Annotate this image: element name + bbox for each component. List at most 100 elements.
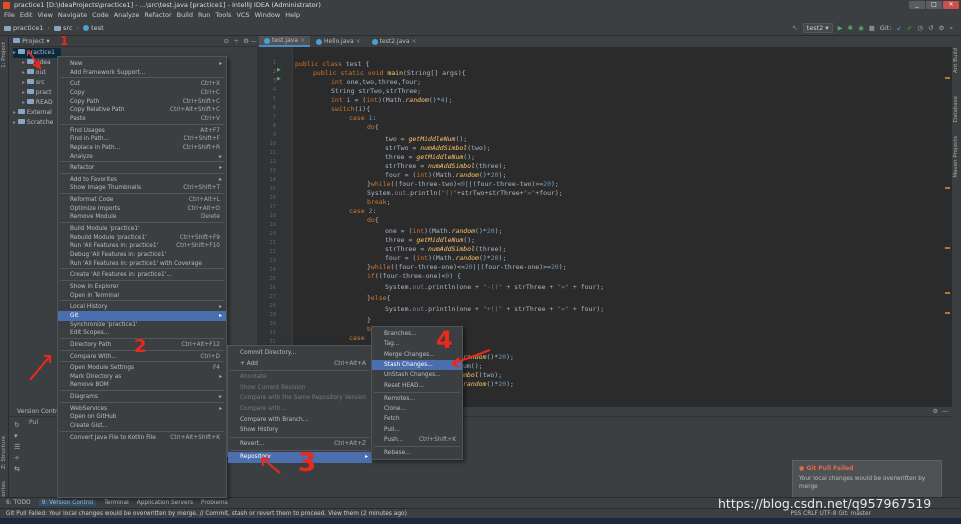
expand-icon[interactable]: ▾ [14,431,24,442]
tool-window-button[interactable]: Problems [201,500,228,506]
tool-window-button[interactable]: Terminal [104,500,129,506]
tool-window-button[interactable]: 6: TODO [6,500,31,506]
build-icon[interactable]: ↖ [792,21,797,36]
menu-item[interactable]: Compare with Branch... [228,415,372,425]
close-tab-icon[interactable]: × [300,35,305,46]
project-tool-button[interactable]: 1: Project [1,42,7,68]
tool-window-button[interactable]: Application Servers [137,500,193,506]
menu-analyze[interactable]: Analyze [114,10,140,21]
menu-item[interactable]: Pull... [372,425,462,435]
tree-item[interactable]: ▸ READ [22,98,53,108]
menu-item[interactable]: Push... Ctrl+Shift+K [372,435,462,445]
search-icon[interactable]: ⌕ [949,21,953,36]
breadcrumb-test[interactable]: test [83,21,104,36]
menu-help[interactable]: Help [285,10,300,21]
close-tab-icon[interactable]: × [412,36,417,47]
line-number: 8 [272,123,276,129]
tree-item[interactable]: ▸ pract [22,88,52,98]
menu-item[interactable]: Commit Directory... [228,348,372,358]
menu-item-label: Refactor [70,165,95,172]
diff-icon[interactable]: ⇆ [14,464,24,475]
menu-file[interactable]: File [4,10,15,21]
group-icon[interactable]: ÷ [14,453,24,464]
run-line-icon[interactable]: ▶ [277,67,281,73]
menu-item[interactable]: Remotes... [372,394,462,404]
settings-icon[interactable]: ⚙ [939,21,945,36]
collapse-icon[interactable]: ÷ [234,36,239,47]
code-line: three = getMiddleNum(); [385,153,476,161]
ant-build-tool-button[interactable]: Ant Build [953,48,959,73]
tree-item-label: READ [35,99,53,106]
git-commit-icon[interactable]: ✓ [907,21,912,36]
git-history-icon[interactable]: ◷ [917,21,923,36]
tree-item[interactable]: ▸ practice1 [13,48,61,58]
stop-icon[interactable]: ■ [869,21,875,36]
editor-tab[interactable]: test2.java × [366,36,422,47]
structure-tool-button[interactable]: Z: Structure [1,436,7,469]
menu-item[interactable]: Show Current Revision [228,383,372,393]
git-update-icon[interactable]: ↙ [897,21,902,36]
undo-icon[interactable]: ↺ [928,21,933,36]
maven-tool-button[interactable]: Maven Projects [953,136,959,178]
run-icon[interactable]: ▶ [838,21,843,36]
close-tab-icon[interactable]: × [356,36,361,47]
editor-tab[interactable]: Hello.java × [311,36,366,47]
tool-window-button[interactable]: 9: Version Control [38,500,97,506]
debug-icon[interactable]: ✱ [848,21,853,36]
tree-item[interactable]: ▸ Scratche [13,118,53,128]
run-config-select[interactable]: test2 ▾ [802,23,833,33]
tree-item[interactable]: ▸ src [22,78,45,88]
gear-icon[interactable]: ⚙ [243,36,249,47]
menu-item[interactable]: Stash Changes... [372,359,462,371]
refresh-icon[interactable]: ↻ [14,420,24,431]
minimize-button[interactable]: _ [909,1,925,9]
menu-run[interactable]: Run [198,10,210,21]
menu-navigate[interactable]: Navigate [58,10,87,21]
menu-code[interactable]: Code [92,10,109,21]
menu-item[interactable]: Rebase... [372,448,462,458]
menu-item[interactable]: Annotate [228,372,372,382]
warning-marker[interactable] [945,292,950,294]
menu-vcs[interactable]: VCS [236,10,249,21]
editor-tab[interactable]: test.java × [259,35,311,47]
menu-item[interactable]: Compare with the Same Repository Version [228,393,372,403]
menu-build[interactable]: Build [177,10,193,21]
status-message[interactable]: Git Pull Failed: Your local changes woul… [6,511,407,517]
menu-item[interactable]: Clone... [372,404,462,414]
warning-marker[interactable] [945,312,950,314]
database-tool-button[interactable]: Database [953,96,959,122]
tree-item[interactable]: ▸ out [22,68,46,78]
menu-item[interactable]: Show History [228,425,372,435]
gear-icon[interactable]: ⚙ [933,407,938,417]
menu-tools[interactable]: Tools [215,10,231,21]
menu-item[interactable]: Fetch [372,414,462,424]
tree-item[interactable]: ▸ .idea [22,58,51,68]
menu-item[interactable]: Reset HEAD... [372,381,462,391]
target-icon[interactable]: ⊙ [224,36,229,47]
filter-icon[interactable]: ☰ [14,442,24,453]
code-line: public class test { [295,60,370,68]
menu-item[interactable]: Compare with... [228,404,372,414]
maximize-button[interactable]: □ [926,1,942,9]
git-pull-failed-notification[interactable]: ● Git Pull Failed Your local changes wou… [792,460,942,498]
menu-refactor[interactable]: Refactor [144,10,171,21]
menu-item[interactable]: Convert Java File to Kotlin File Ctrl+Alt… [58,433,226,443]
menu-view[interactable]: View [37,10,52,21]
vcs-tab-pull[interactable]: Pul [29,418,38,428]
menu-item[interactable]: UnStash Changes... [372,370,462,380]
hide-icon[interactable]: — [942,407,948,417]
breadcrumb-practice1[interactable]: practice1 [4,21,43,36]
close-button[interactable]: ✕ [943,1,959,9]
menu-item[interactable]: + Add Ctrl+Alt+A [228,359,372,369]
run-line-icon[interactable]: ▶ [277,76,281,82]
line-number: 11 [269,150,276,156]
warning-marker[interactable] [945,247,950,249]
warning-marker[interactable] [945,77,950,79]
tree-item[interactable]: ▸ External [13,108,52,118]
menu-window[interactable]: Window [255,10,281,21]
warning-marker[interactable] [945,187,950,189]
coverage-icon[interactable]: ◉ [858,21,864,36]
project-panel-title[interactable]: Project [22,37,44,45]
menu-edit[interactable]: Edit [20,10,33,21]
line-number: 25 [269,276,276,282]
